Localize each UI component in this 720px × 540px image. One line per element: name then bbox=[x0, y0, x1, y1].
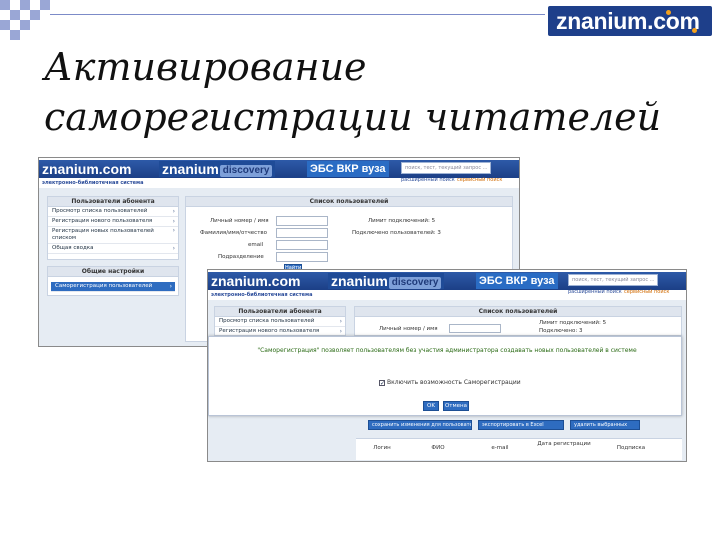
service-search-link[interactable]: сервисный поиск bbox=[457, 177, 502, 183]
brand-znanium-discovery[interactable]: znanium discovery bbox=[328, 273, 445, 289]
chevron-right-icon: › bbox=[339, 318, 342, 325]
logo-dot-icon bbox=[666, 10, 671, 15]
header-rule bbox=[50, 14, 545, 15]
account-users-panel: Пользователи абонента Просмотр списка по… bbox=[214, 306, 346, 337]
screenshot-front: znanium.com znanium discovery ЭБС ВКР вуз… bbox=[207, 269, 687, 462]
department-input[interactable] bbox=[276, 252, 328, 262]
chevron-right-icon: › bbox=[172, 218, 175, 225]
column-header[interactable]: Логин bbox=[362, 445, 402, 451]
list-title: Список пользователей bbox=[186, 197, 512, 207]
users-list-panel: Список пользователей Личный номер / имя … bbox=[354, 306, 682, 336]
panel-title: Пользователи абонента bbox=[215, 307, 345, 317]
settings-title: Общие настройки bbox=[48, 267, 178, 277]
column-header[interactable]: ФИО bbox=[418, 445, 458, 451]
corner-decoration bbox=[0, 0, 60, 40]
menu-label: Регистрация нового пользователя bbox=[219, 328, 320, 334]
brand-ebs-vkr[interactable]: ЭБС ВКР вуза bbox=[307, 161, 389, 177]
site-header: znanium.com znanium discovery ЭБС ВКР вуз… bbox=[208, 270, 686, 300]
save-changes-button[interactable]: сохранить изменения для пользователей bbox=[368, 420, 472, 430]
menu-self-registration[interactable]: Саморегистрация пользователей › bbox=[51, 282, 175, 292]
menu-view-users[interactable]: Просмотр списка пользователей › bbox=[215, 317, 345, 327]
brand-znanium-discovery[interactable]: znanium discovery bbox=[159, 161, 276, 177]
discovery-badge: discovery bbox=[219, 165, 273, 177]
search-input[interactable]: поиск, тест, текущий запрос ... bbox=[568, 274, 658, 286]
ok-button[interactable]: OK bbox=[423, 401, 439, 411]
extended-search-link[interactable]: расширенный поиск bbox=[568, 289, 622, 295]
self-registration-modal: "Саморегистрация" позволяет пользователя… bbox=[208, 336, 682, 416]
connected-users: Подключено пользователей: 3 bbox=[352, 230, 441, 236]
menu-view-users[interactable]: Просмотр списка пользователей › bbox=[48, 207, 178, 217]
enable-self-registration-checkbox[interactable]: ✓ Включить возможность Саморегистрации bbox=[379, 379, 521, 387]
brand2-text: znanium bbox=[162, 161, 219, 177]
menu-summary[interactable]: Общая сводка › bbox=[48, 244, 178, 254]
checkbox-label: Включить возможность Саморегистрации bbox=[387, 379, 521, 386]
service-search-link[interactable]: сервисный поиск bbox=[624, 289, 669, 295]
discovery-badge: discovery bbox=[388, 277, 442, 289]
general-settings-panel: Общие настройки Саморегистрация пользова… bbox=[47, 266, 179, 296]
panel-title: Пользователи абонента bbox=[48, 197, 178, 207]
chevron-right-icon: › bbox=[169, 283, 172, 290]
checkbox-checked-icon: ✓ bbox=[379, 380, 386, 387]
logo-dot-icon bbox=[692, 28, 697, 33]
menu-register-user[interactable]: Регистрация нового пользователя › bbox=[48, 217, 178, 227]
field-label: Подразделение bbox=[218, 254, 264, 260]
menu-label: Регистрация новых пользователей списком bbox=[52, 228, 154, 241]
list-title: Список пользователей bbox=[355, 307, 681, 317]
site-header: znanium.com znanium discovery ЭБС ВКР вуз… bbox=[39, 158, 519, 188]
cancel-button[interactable]: Отмена bbox=[443, 401, 469, 411]
chevron-right-icon: › bbox=[172, 227, 175, 234]
site-tagline: электронно-библиотечная система bbox=[42, 180, 144, 186]
column-header[interactable]: Дата регистрации bbox=[536, 441, 592, 447]
modal-message: "Саморегистрация" позволяет пользователя… bbox=[257, 347, 637, 354]
field-label: Фамилия/имя/отчество bbox=[200, 230, 268, 236]
menu-label: Регистрация нового пользователя bbox=[52, 218, 153, 224]
menu-label: Саморегистрация пользователей bbox=[55, 283, 153, 289]
account-users-panel: Пользователи абонента Просмотр списка по… bbox=[47, 196, 179, 260]
menu-label: Просмотр списка пользователей bbox=[52, 208, 148, 214]
search-input[interactable]: поиск, тест, текущий запрос ... bbox=[401, 162, 491, 174]
menu-register-list[interactable]: Регистрация новых пользователей списком › bbox=[48, 227, 178, 244]
brand-znanium-com[interactable]: znanium.com bbox=[208, 273, 303, 289]
connected-users: Подключено: 3 bbox=[539, 328, 583, 334]
logo-text: znanium.com bbox=[556, 8, 700, 34]
brand-ebs-vkr[interactable]: ЭБС ВКР вуза bbox=[476, 273, 558, 289]
chevron-right-icon: › bbox=[172, 208, 175, 215]
extended-search-link[interactable]: расширенный поиск bbox=[401, 177, 455, 183]
login-input[interactable] bbox=[276, 216, 328, 226]
chevron-right-icon: › bbox=[339, 328, 342, 335]
delete-selected-button[interactable]: удалить выбранных bbox=[570, 420, 640, 430]
connection-limit: Лимит подключений: 5 bbox=[368, 218, 436, 224]
site-tagline: электронно-библиотечная система bbox=[211, 292, 313, 298]
brand-znanium-com[interactable]: znanium.com bbox=[39, 161, 134, 177]
connection-limit: Лимит подключений: 5 bbox=[539, 320, 607, 326]
column-header[interactable]: e-mail bbox=[480, 445, 520, 451]
menu-label: Общая сводка bbox=[52, 245, 94, 251]
users-table-header: Логин ФИО e-mail Дата регистрации Подпис… bbox=[356, 438, 682, 460]
slide-title-line2: саморегистрации читателей bbox=[44, 95, 662, 139]
login-input[interactable] bbox=[449, 324, 501, 333]
menu-label: Просмотр списка пользователей bbox=[219, 318, 315, 324]
slide-title: Активирование саморегистрации читателей bbox=[44, 42, 684, 142]
brand2-text: znanium bbox=[331, 273, 388, 289]
column-header[interactable]: Подписка bbox=[606, 445, 656, 451]
fullname-input[interactable] bbox=[276, 228, 328, 238]
znanium-logo: znanium.com bbox=[548, 6, 712, 36]
slide-title-line1: Активирование bbox=[44, 45, 367, 89]
field-label: Личный номер / имя bbox=[379, 326, 438, 332]
chevron-right-icon: › bbox=[172, 245, 175, 252]
email-input[interactable] bbox=[276, 240, 328, 250]
field-label: Личный номер / имя bbox=[210, 218, 269, 224]
export-excel-button[interactable]: экспортировать в Excel bbox=[478, 420, 564, 430]
field-label: email bbox=[248, 242, 264, 248]
